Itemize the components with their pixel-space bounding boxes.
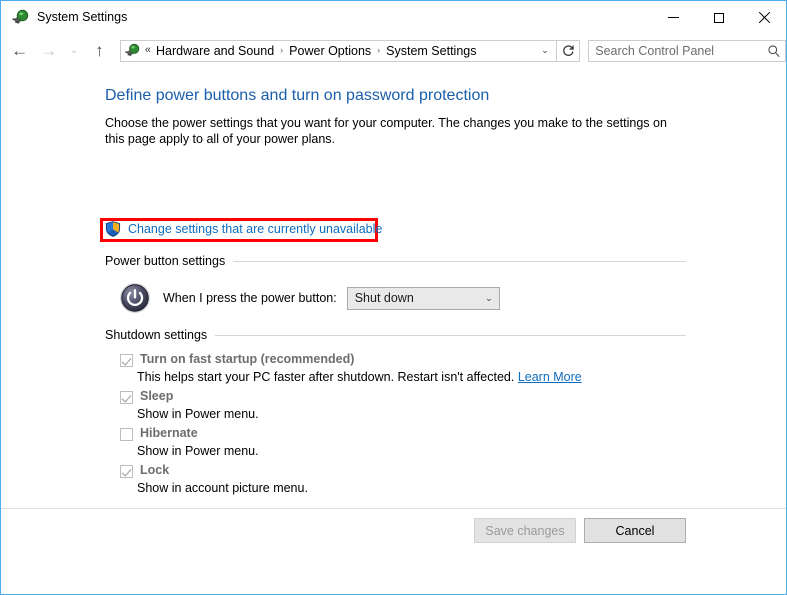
power-button-label: When I press the power button: [163, 291, 337, 305]
breadcrumb-hardware-and-sound[interactable]: Hardware and Sound [156, 44, 274, 58]
uac-shield-icon [105, 221, 121, 237]
up-button[interactable]: ↑ [85, 37, 114, 65]
change-settings-row[interactable]: Change settings that are currently unava… [105, 221, 382, 237]
title-bar: System Settings [1, 1, 786, 34]
refresh-icon [562, 45, 574, 56]
system-settings-window: System Settings ← → ⌄ ↑ « Hardware and S… [0, 0, 787, 595]
power-button-settings-label: Power button settings [105, 254, 226, 268]
shutdown-settings-header: Shutdown settings [105, 328, 686, 342]
chevron-right-icon[interactable]: › [280, 46, 283, 55]
chevron-right-icon[interactable]: › [377, 46, 380, 55]
cancel-button[interactable]: Cancel [584, 518, 686, 543]
power-button-action-row: When I press the power button: Shut down… [119, 282, 500, 314]
checkbox-lock[interactable] [120, 465, 133, 478]
close-icon [758, 12, 770, 24]
checkbox-description-hibernate: Show in Power menu. [137, 444, 259, 458]
checkbox-sleep[interactable] [120, 391, 133, 404]
forward-button[interactable]: → [34, 37, 63, 65]
main-content: Define power buttons and turn on passwor… [1, 67, 786, 552]
checkbox-description-sleep: Show in Power menu. [137, 407, 259, 421]
refresh-button[interactable] [556, 39, 581, 62]
breadcrumb-system-settings[interactable]: System Settings [386, 44, 476, 58]
breadcrumb-power-options[interactable]: Power Options [289, 44, 371, 58]
change-settings-link[interactable]: Change settings that are currently unava… [128, 222, 382, 236]
minimize-button[interactable] [651, 1, 696, 34]
shutdown-settings-label: Shutdown settings [105, 328, 208, 342]
power-button-settings-header: Power button settings [105, 254, 686, 268]
checkbox-row-lock[interactable]: Lock [120, 463, 169, 478]
checkbox-row-sleep[interactable]: Sleep [120, 389, 173, 404]
chevron-down-icon[interactable]: ⌄ [534, 45, 556, 56]
power-plug-icon [12, 9, 29, 24]
recent-locations-button[interactable]: ⌄ [63, 37, 84, 65]
save-changes-button[interactable]: Save changes [474, 518, 576, 543]
search-icon [768, 44, 780, 57]
window-controls [651, 1, 786, 34]
maximize-icon [713, 12, 724, 23]
footer-bar: Save changes Cancel [1, 508, 786, 552]
checkbox-row-hibernate[interactable]: Hibernate [120, 426, 198, 441]
checkbox-label: Hibernate [140, 426, 198, 440]
selected-value: Shut down [354, 291, 414, 305]
window-title: System Settings [37, 10, 128, 25]
search-input[interactable] [595, 43, 767, 58]
close-button[interactable] [741, 1, 786, 34]
checkbox-label: Lock [140, 463, 170, 477]
back-button[interactable]: ← [5, 37, 34, 65]
checkbox-description-lock: Show in account picture menu. [137, 481, 308, 495]
minimize-icon [668, 17, 679, 18]
breadcrumb-overflow[interactable]: « [145, 45, 151, 56]
search-box[interactable] [588, 39, 786, 62]
checkbox-description-fast-startup: This helps start your PC faster after sh… [137, 370, 582, 384]
learn-more-link[interactable]: Learn More [518, 370, 582, 384]
checkbox-fast-startup[interactable] [120, 354, 133, 367]
description-text: This helps start your PC faster after sh… [137, 370, 515, 384]
power-plug-icon [125, 43, 140, 56]
power-button-icon [120, 283, 150, 313]
checkbox-hibernate[interactable] [120, 428, 133, 441]
chevron-down-icon: ⌄ [485, 292, 493, 303]
checkbox-label: Sleep [140, 389, 174, 403]
divider [215, 334, 686, 336]
page-description: Choose the power settings that you want … [105, 116, 667, 146]
checkbox-label: Turn on fast startup (recommended) [140, 352, 355, 366]
power-button-action-select[interactable]: Shut down ⌄ [346, 286, 500, 310]
navigation-bar: ← → ⌄ ↑ « Hardware and Sound › Power Opt… [1, 34, 786, 67]
address-bar[interactable]: « Hardware and Sound › Power Options › S… [119, 39, 557, 62]
maximize-button[interactable] [696, 1, 741, 34]
divider [233, 260, 686, 262]
page-title: Define power buttons and turn on passwor… [105, 87, 490, 104]
checkbox-row-fast-startup[interactable]: Turn on fast startup (recommended) [120, 352, 354, 367]
